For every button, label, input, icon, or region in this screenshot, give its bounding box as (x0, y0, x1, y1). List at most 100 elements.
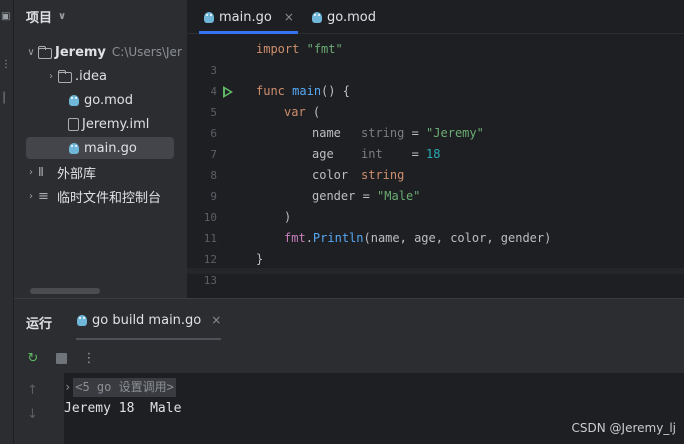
code-keyword: func (256, 84, 285, 98)
go-file-icon (68, 93, 81, 107)
tab-go-build[interactable]: go build main.go × (76, 299, 222, 341)
code-number: 18 (426, 147, 441, 161)
code-text: () { (321, 84, 350, 98)
code-text: = (355, 189, 378, 203)
go-file-icon (311, 10, 324, 24)
watermark: CSDN @Jeremy_lj (571, 421, 676, 435)
code-text: = (404, 126, 427, 140)
folder-icon (58, 69, 72, 83)
tree-item-main-go[interactable]: main.go (26, 137, 174, 159)
run-panel: 运行 go build main.go × ↻ ⋮ ↑ ↓ › <5 go 设置… (14, 299, 684, 444)
close-icon[interactable]: × (284, 10, 294, 24)
chevron-right-icon[interactable]: › (24, 167, 38, 178)
editor-tabs: main.go × go.mod (187, 0, 684, 34)
code-keyword: var (284, 105, 306, 119)
stop-icon (55, 352, 67, 364)
code-line: 8 age int = 18 (187, 144, 684, 182)
project-tool-icon[interactable]: ▣ (1, 10, 11, 24)
chevron-right-icon[interactable]: › (64, 380, 71, 394)
tool-window-strip: ▣ ⋮ │ (0, 0, 14, 444)
run-panel-title: 运行 (26, 317, 53, 332)
tree-item-label: Jeremy.iml (82, 116, 150, 132)
tree-item-external-libraries[interactable]: › 外部库 (14, 161, 187, 183)
tab-label: go.mod (327, 9, 376, 25)
code-line: 3 import "fmt" (187, 39, 684, 77)
folder-icon (38, 45, 52, 59)
tree-item-label: go.mod (84, 92, 133, 108)
console-header-line: › <5 go 设置调用> (64, 377, 176, 397)
code-text: ) (284, 210, 292, 224)
code-text: ( (305, 105, 321, 119)
chevron-right-icon[interactable]: › (44, 71, 58, 82)
code-line: 7 name string = "Jeremy" (187, 123, 684, 161)
console-output-text: Jeremy 18 Male (64, 401, 182, 416)
file-icon (68, 117, 79, 131)
code-string: "Jeremy" (426, 126, 484, 140)
close-icon[interactable]: × (211, 313, 221, 327)
project-panel: 项目 ∨ ∨ Jeremy C:\Users\Jer › .idea go.mo… (14, 0, 187, 298)
tree-item-scratches[interactable]: › 临时文件和控制台 (14, 185, 187, 207)
chevron-right-icon[interactable]: › (24, 191, 38, 202)
run-toolbar: ↻ ⋮ (14, 343, 684, 373)
code-line: 12 fmt.Println(name, age, color, gender) (187, 228, 684, 266)
library-icon (38, 165, 54, 179)
chevron-down-icon[interactable]: ∨ (58, 11, 66, 22)
horizontal-scrollbar[interactable] (30, 288, 100, 294)
structure-tool-icon[interactable]: ⋮ (1, 58, 11, 72)
code-text: (name, age, color, gender) (363, 231, 552, 245)
tab-go-mod[interactable]: go.mod (311, 0, 376, 34)
code-line: 10 gender = "Male" (187, 186, 684, 224)
code-text: . (305, 231, 313, 245)
code-identifier: color (312, 168, 349, 182)
tree-item-go-mod[interactable]: go.mod (14, 89, 187, 111)
code-text: } (256, 252, 264, 266)
tree-item-label: Jeremy (55, 44, 106, 60)
tree-item-label: 临时文件和控制台 (57, 190, 162, 206)
code-line: 6 var ( (187, 102, 684, 140)
code-line: 4 (187, 60, 684, 98)
code-package: fmt (284, 231, 306, 245)
code-type: string (361, 126, 405, 140)
go-file-icon (203, 10, 216, 24)
code-type: int (361, 147, 383, 161)
tree-item-label: 外部库 (57, 166, 97, 182)
console-header[interactable]: <5 go 设置调用> (73, 377, 176, 397)
code-function: Println (312, 231, 364, 245)
console-side-toolbar: ↑ ↓ (14, 373, 52, 444)
commit-tool-icon[interactable]: │ (1, 92, 11, 106)
code-string: "Male" (377, 189, 421, 203)
tree-item-path: C:\Users\Jer (111, 45, 182, 59)
chevron-down-icon[interactable]: ∨ (24, 47, 38, 58)
more-options-icon[interactable]: ⋮ (80, 349, 98, 367)
code-text: = (382, 147, 427, 161)
tab-main-go[interactable]: main.go × (199, 0, 298, 34)
scroll-down-icon[interactable]: ↓ (27, 407, 38, 422)
tree-item-jeremy-iml[interactable]: Jeremy.iml (14, 113, 187, 135)
code-keyword: import (256, 42, 300, 56)
code-line: 11 ) (187, 207, 684, 245)
code-string: "fmt" (306, 42, 343, 56)
scroll-up-icon[interactable]: ↑ (27, 383, 38, 398)
code-function: main (292, 84, 322, 98)
tab-label: go build main.go (92, 312, 202, 328)
go-file-icon (68, 141, 81, 155)
tree-item-jeremy-root[interactable]: ∨ Jeremy C:\Users\Jer (14, 41, 187, 63)
tab-label: main.go (219, 9, 272, 25)
tree-item-idea[interactable]: › .idea (14, 65, 187, 87)
scratches-icon (38, 189, 54, 203)
code-type: string (361, 168, 405, 182)
go-file-icon (76, 313, 89, 327)
tree-item-label: .idea (75, 68, 107, 84)
code-line: 13 } (187, 249, 684, 287)
editor-horizontal-scrollbar[interactable] (187, 268, 684, 274)
project-panel-title: 项目 (26, 11, 53, 26)
run-gutter-icon[interactable] (223, 86, 233, 98)
code-line: 9 color string (187, 165, 684, 203)
tree-item-label: main.go (84, 140, 137, 156)
rerun-icon[interactable]: ↻ (24, 349, 42, 367)
code-identifier: gender (312, 189, 356, 203)
stop-button[interactable] (52, 349, 70, 367)
editor: main.go × go.mod 3 import "fmt" 4 5 func… (187, 0, 684, 298)
project-panel-header[interactable]: 项目 ∨ (26, 7, 66, 26)
code-identifier: name (312, 126, 341, 140)
